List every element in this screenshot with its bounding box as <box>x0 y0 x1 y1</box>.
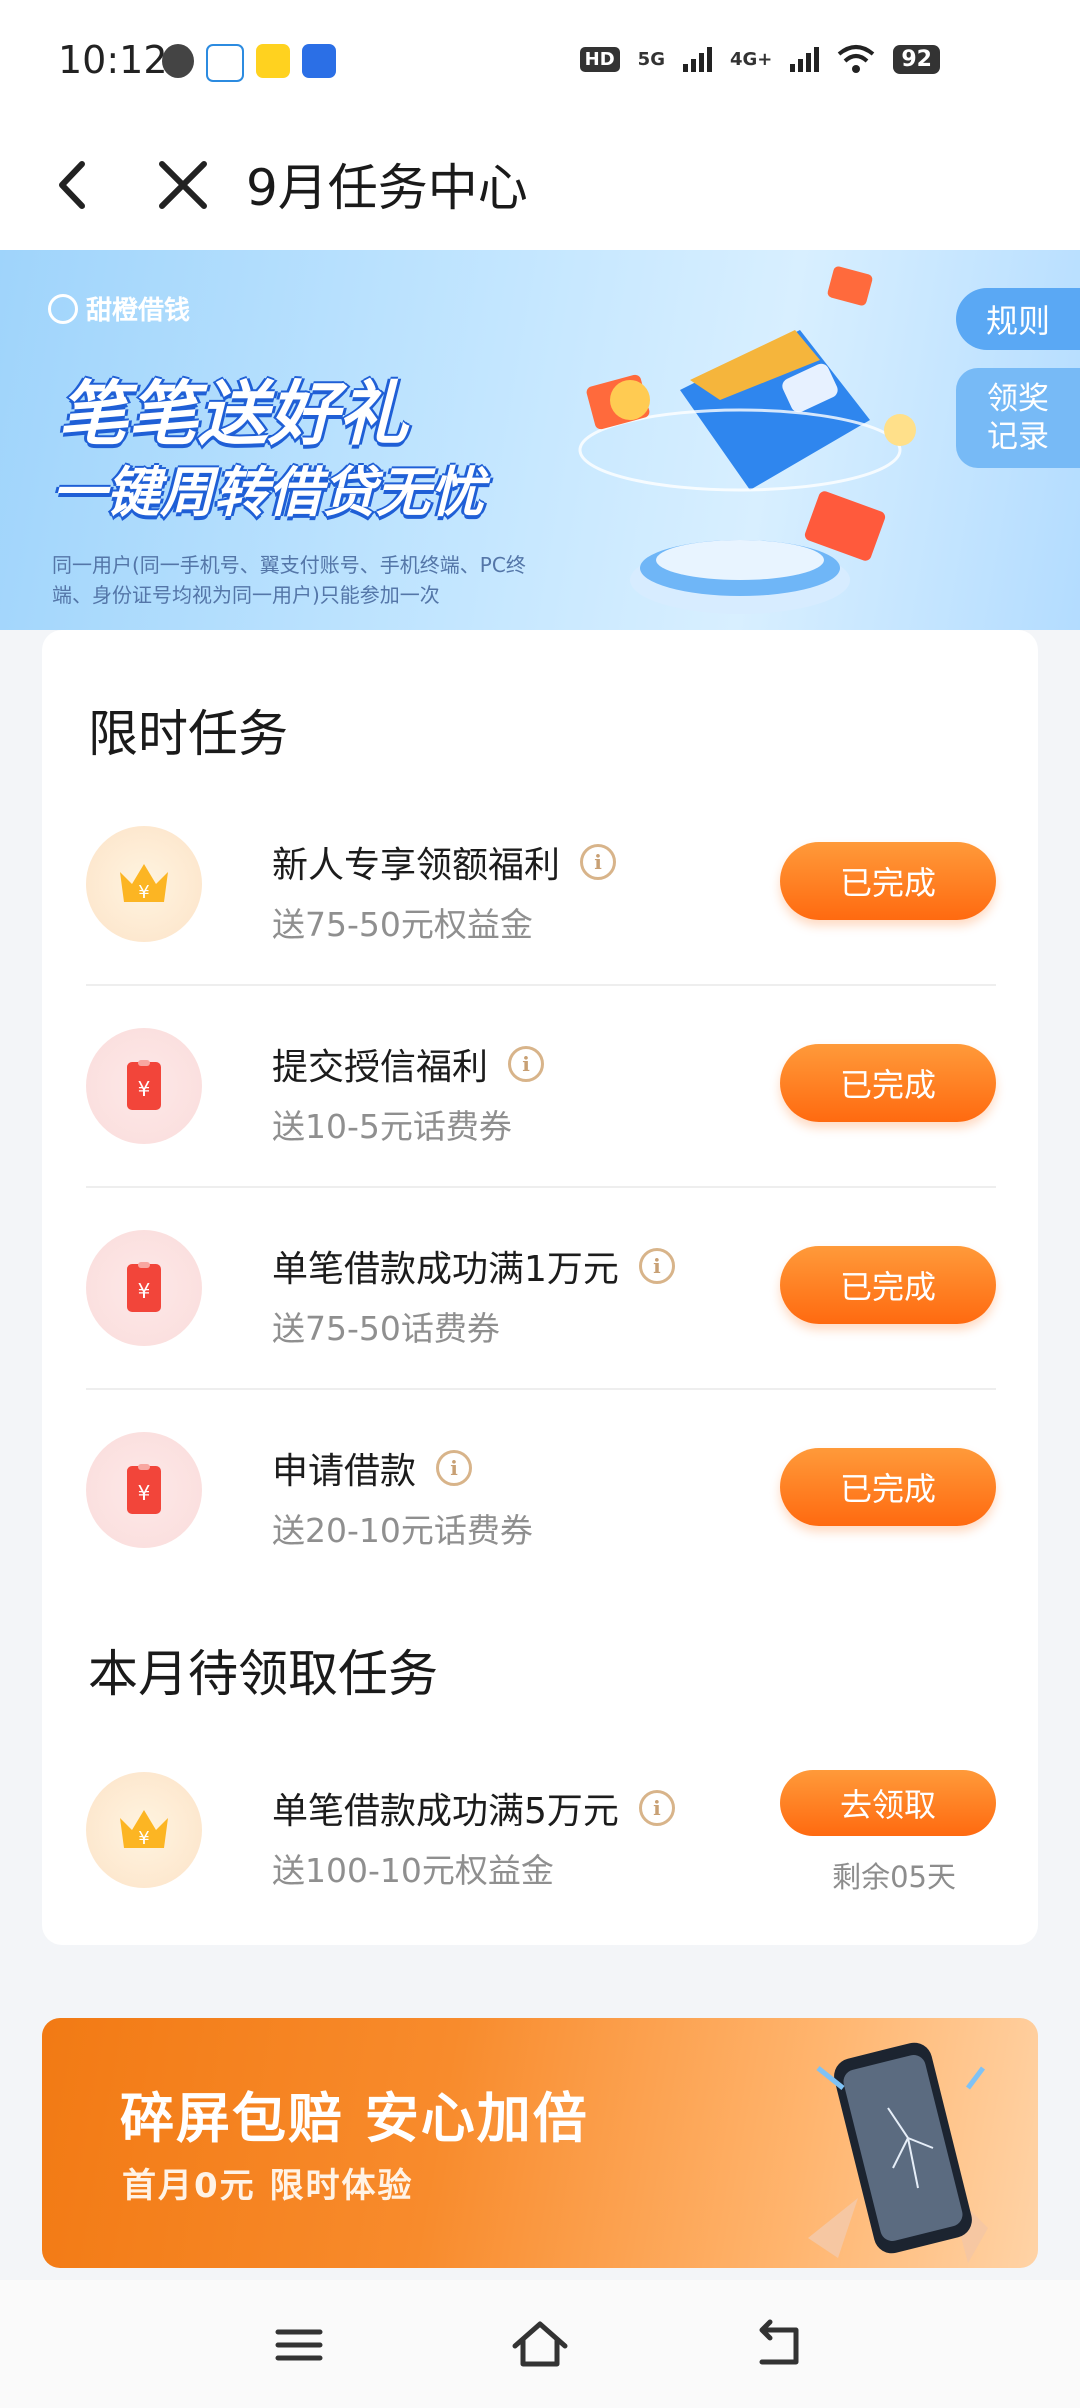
signal-bars-icon <box>682 46 712 72</box>
task-row: ¥ 单笔借款成功满5万元 i 送100-10元权益金 去领取 剩余05天 <box>86 1730 996 1930</box>
signal-4g-label: 4G+ <box>729 48 773 70</box>
task-name: 新人专享领额福利 i <box>272 836 617 888</box>
back-nav-button[interactable] <box>744 2310 814 2380</box>
svg-text:¥: ¥ <box>138 1828 149 1849</box>
close-icon <box>159 161 207 209</box>
svg-text:¥: ¥ <box>138 1481 151 1505</box>
close-button[interactable] <box>148 150 218 220</box>
page-title: 9月任务中心 <box>246 159 528 217</box>
task-name: 单笔借款成功满5万元 i <box>272 1782 675 1834</box>
banner-disclaimer: 同一用户(同一手机号、翼支付账号、手机终端、PC终端、身份证号均视为同一用户)只… <box>52 553 526 607</box>
promo-banner: 甜橙借钱 笔笔送好礼 一键周转借贷无忧 同一用户(同一手机号、翼支付账号、手机终… <box>0 250 1080 630</box>
completed-button[interactable]: 已完成 <box>780 1044 996 1122</box>
battery-level: 92 <box>893 44 940 74</box>
rules-button[interactable]: 规则 <box>956 288 1080 350</box>
red-envelope-icon: ¥ <box>86 1432 202 1548</box>
task-name-text: 提交授信福利 <box>272 1047 489 1088</box>
info-icon[interactable]: i <box>508 1046 545 1082</box>
chevron-left-icon <box>59 161 85 209</box>
chat-bubble-icon <box>162 44 194 78</box>
info-icon[interactable]: i <box>638 1790 675 1826</box>
promo-subtitle: 首月0元 限时体验 <box>122 2166 414 2206</box>
task-row: ¥ 申请借款 i 送20-10元话费券 已完成 <box>86 1390 996 1590</box>
task-reward: 送75-50话费券 <box>272 1309 500 1348</box>
remaining-days: 剩余05天 <box>832 1860 956 1894</box>
red-envelope-icon: ¥ <box>86 1230 202 1346</box>
svg-text:¥: ¥ <box>138 1077 151 1101</box>
notification-icons <box>162 44 336 82</box>
completed-button[interactable]: 已完成 <box>780 842 996 920</box>
info-icon[interactable]: i <box>638 1248 675 1284</box>
promo-title: 碎屏包赔 安心加倍 <box>120 2087 589 2150</box>
task-card: 限时任务 ¥ 新人专享领额福利 i 送75-50元权益金 已完成 ¥ 提交授信福… <box>42 630 1038 1945</box>
task-name: 提交授信福利 i <box>272 1038 545 1090</box>
menu-button[interactable] <box>264 2310 334 2380</box>
cracked-phone-icon <box>808 2042 988 2263</box>
back-icon <box>759 2319 799 2365</box>
back-button[interactable] <box>40 150 110 220</box>
task-name-text: 新人专享领额福利 <box>272 845 561 886</box>
brand: 甜橙借钱 <box>48 290 190 327</box>
banner-subheadline: 一键周转借贷无忧 <box>52 461 484 524</box>
hd-badge: HD <box>579 46 620 72</box>
task-name: 单笔借款成功满1万元 i <box>272 1240 675 1292</box>
task-row: ¥ 提交授信福利 i 送10-5元话费券 已完成 <box>86 986 996 1188</box>
status-bar: 10:12 HD 5G 4G+ 92 <box>0 0 1080 120</box>
task-name-text: 申请借款 <box>272 1451 417 1492</box>
crown-icon: ¥ <box>86 1772 202 1888</box>
task-name-text: 单笔借款成功满1万元 <box>272 1249 619 1290</box>
section-title-monthly: 本月待领取任务 <box>88 1645 438 1703</box>
brand-name: 甜橙借钱 <box>86 296 191 326</box>
task-reward: 送20-10元话费券 <box>272 1511 533 1550</box>
red-envelope-icon: ¥ <box>86 1028 202 1144</box>
info-icon[interactable]: i <box>436 1450 473 1486</box>
signal-bars-icon-2 <box>790 46 820 72</box>
wallet-illustration-icon <box>578 266 916 614</box>
brand-logo-icon <box>48 293 78 324</box>
task-reward: 送100-10元权益金 <box>272 1851 554 1890</box>
system-nav-bar <box>0 2280 1080 2408</box>
task-reward: 送75-50元权益金 <box>272 905 533 944</box>
svg-text:¥: ¥ <box>138 882 149 903</box>
header: 9月任务中心 <box>0 120 1080 250</box>
banner-headline: 笔笔送好礼 <box>58 373 408 455</box>
app-100-icon <box>206 44 244 82</box>
task-reward: 送10-5元话费券 <box>272 1107 512 1146</box>
claim-button[interactable]: 去领取 <box>780 1770 996 1836</box>
info-icon[interactable]: i <box>580 844 617 880</box>
wifi-icon <box>838 45 875 73</box>
app-yellow-icon <box>256 44 290 78</box>
system-icons: HD 5G 4G+ 92 <box>579 44 940 74</box>
menu-icon <box>275 2329 323 2361</box>
status-time: 10:12 <box>58 38 168 82</box>
reward-record-button[interactable]: 领奖 记录 <box>956 368 1080 468</box>
crown-icon: ¥ <box>86 826 202 942</box>
signal-5g-label: 5G <box>637 48 665 70</box>
home-icon <box>512 2321 568 2367</box>
task-name: 申请借款 i <box>272 1442 473 1494</box>
reward-record-label-2: 记录 <box>987 419 1049 455</box>
task-row: ¥ 单笔借款成功满1万元 i 送75-50话费券 已完成 <box>86 1188 996 1390</box>
task-row: ¥ 新人专享领额福利 i 送75-50元权益金 已完成 <box>86 784 996 986</box>
reward-record-label-1: 领奖 <box>987 381 1049 417</box>
completed-button[interactable]: 已完成 <box>780 1246 996 1324</box>
app-blue-icon <box>302 44 336 78</box>
section-title-limited: 限时任务 <box>88 705 288 763</box>
home-button[interactable] <box>505 2310 575 2380</box>
screen-insurance-promo[interactable]: 碎屏包赔 安心加倍 首月0元 限时体验 <box>42 2018 1038 2268</box>
task-name-text: 单笔借款成功满5万元 <box>272 1791 619 1832</box>
svg-text:¥: ¥ <box>138 1279 151 1303</box>
completed-button[interactable]: 已完成 <box>780 1448 996 1526</box>
